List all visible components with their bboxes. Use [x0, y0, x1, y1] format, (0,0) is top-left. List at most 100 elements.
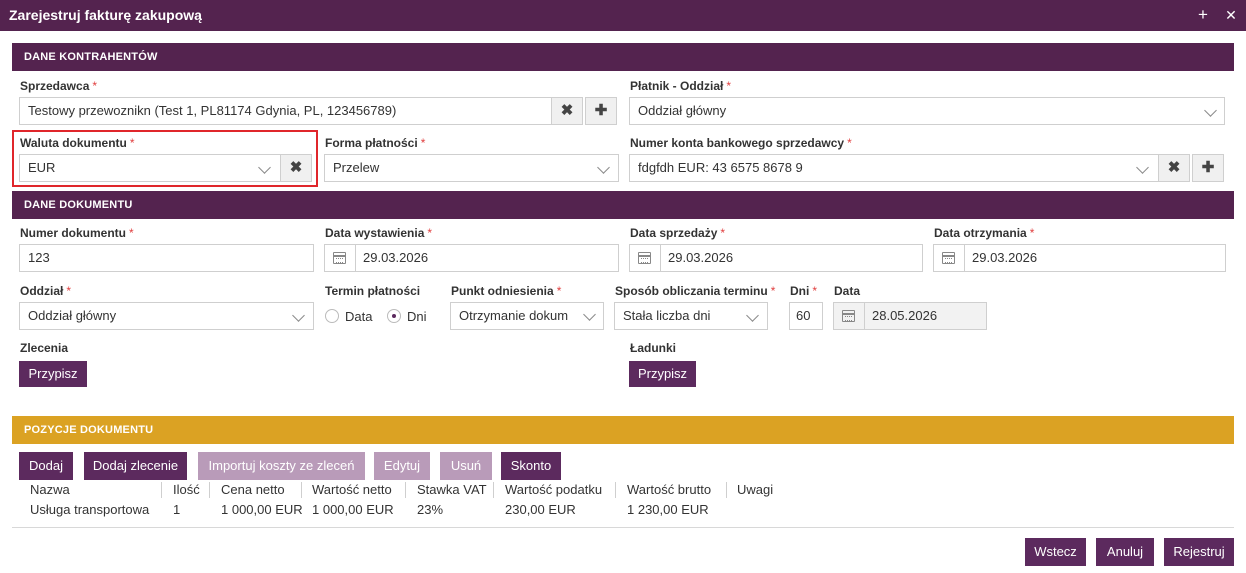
bank-account-clear-button[interactable]: ✖ [1158, 154, 1190, 182]
seller-add-button[interactable]: ✚ [585, 97, 617, 125]
bank-account-select[interactable]: fdgfdh EUR: 43 6575 8678 9 [629, 154, 1159, 182]
chevron-down-icon [292, 309, 305, 322]
issue-date-label: Data wystawienia * [325, 226, 433, 240]
divider [405, 482, 406, 498]
branch-select[interactable]: Oddział główny [19, 302, 314, 330]
due-date-field: 28.05.2026 [833, 302, 987, 330]
chevron-down-icon [597, 161, 610, 174]
divider [161, 482, 162, 498]
edit-item-button[interactable]: Edytuj [374, 452, 430, 480]
sale-date-value: 29.03.2026 [668, 250, 734, 265]
payer-value: Oddział główny [638, 103, 727, 118]
delete-item-button[interactable]: Usuń [440, 452, 492, 480]
days-input[interactable]: 60 [789, 302, 823, 330]
payment-form-label: Forma płatności * [325, 136, 426, 150]
items-table: Nazwa Ilość Cena netto Wartość netto Sta… [0, 482, 1246, 522]
radio-data-label: Data [345, 309, 373, 324]
divider [355, 245, 356, 271]
discount-button[interactable]: Skonto [501, 452, 561, 480]
section-header-dokument: DANE DOKUMENTU [12, 191, 1234, 219]
due-date-value: 28.05.2026 [872, 308, 938, 323]
table-cell: 1 230,00 EUR [627, 502, 709, 517]
assign-loads-button[interactable]: Przypisz [629, 361, 696, 387]
reference-point-select[interactable]: Otrzymanie dokum [450, 302, 604, 330]
table-cell: Usługa transportowa [30, 502, 150, 517]
chevron-down-icon [258, 161, 271, 174]
assign-orders-button[interactable]: Przypisz [19, 361, 87, 387]
back-button[interactable]: Wstecz [1025, 538, 1086, 566]
add-item-button[interactable]: Dodaj [19, 452, 73, 480]
payment-form-select[interactable]: Przelew [324, 154, 619, 182]
receipt-date-value: 29.03.2026 [972, 250, 1038, 265]
calendar-icon [333, 252, 346, 264]
column-header[interactable]: Wartość brutto [627, 482, 711, 497]
term-method-label: Sposób obliczania terminu * [615, 284, 776, 298]
divider [726, 482, 727, 498]
chevron-down-icon [1136, 161, 1149, 174]
loads-label: Ładunki [630, 341, 677, 355]
bank-account-add-button[interactable]: ✚ [1192, 154, 1224, 182]
currency-value: EUR [28, 160, 56, 175]
seller-label: Sprzedawca * [20, 79, 98, 93]
divider [493, 482, 494, 498]
payer-select[interactable]: Oddział główny [629, 97, 1225, 125]
currency-clear-button[interactable]: ✖ [280, 154, 312, 182]
table-cell: 230,00 EUR [505, 502, 576, 517]
sale-date-label: Data sprzedaży * [630, 226, 726, 240]
payment-form-value: Przelew [333, 160, 380, 175]
column-header[interactable]: Uwagi [737, 482, 773, 497]
radio-dni[interactable] [387, 309, 401, 323]
days-label: Dni * [790, 284, 818, 298]
footer-divider [12, 527, 1234, 528]
divider [660, 245, 661, 271]
chevron-down-icon [746, 309, 759, 322]
calendar-icon [942, 252, 955, 264]
radio-dni-label: Dni [407, 309, 427, 324]
column-header[interactable]: Ilość [173, 482, 200, 497]
register-button[interactable]: Rejestruj [1164, 538, 1234, 566]
section-header-kontrahenci: DANE KONTRAHENTÓW [12, 43, 1234, 71]
currency-select[interactable]: EUR [19, 154, 281, 182]
close-icon[interactable]: ✕ [1220, 4, 1242, 26]
term-method-select[interactable]: Stała liczba dni [614, 302, 768, 330]
divider [964, 245, 965, 271]
divider [615, 482, 616, 498]
seller-clear-button[interactable]: ✖ [551, 97, 583, 125]
receipt-date-label: Data otrzymania * [934, 226, 1035, 240]
doc-number-input[interactable]: 123 [19, 244, 314, 272]
window-titlebar: Zarejestruj fakturę zakupową + ✕ [0, 0, 1246, 31]
radio-data[interactable] [325, 309, 339, 323]
column-header[interactable]: Wartość netto [312, 482, 392, 497]
window-title: Zarejestruj fakturę zakupową [9, 7, 202, 23]
due-date-label: Data [834, 284, 861, 298]
table-cell: 1 000,00 EUR [312, 502, 394, 517]
column-header[interactable]: Nazwa [30, 482, 70, 497]
column-header[interactable]: Stawka VAT [417, 482, 487, 497]
table-cell: 23% [417, 502, 444, 517]
table-row[interactable]: Usługa transportowa 1 1 000,00 EUR 1 000… [0, 502, 1246, 520]
bank-account-value: fdgfdh EUR: 43 6575 8678 9 [638, 160, 803, 175]
divider [209, 482, 210, 498]
receipt-date-input[interactable]: 29.03.2026 [933, 244, 1226, 272]
divider [864, 303, 865, 329]
section-header-pozycje: POZYCJE DOKUMENTU [12, 416, 1234, 444]
maximize-icon[interactable]: + [1192, 4, 1214, 26]
chevron-down-icon [1204, 104, 1217, 117]
column-header[interactable]: Wartość podatku [505, 482, 602, 497]
reference-point-label: Punkt odniesienia * [451, 284, 562, 298]
calendar-icon [638, 252, 651, 264]
orders-label: Zlecenia [20, 341, 69, 355]
column-header[interactable]: Cena netto [221, 482, 285, 497]
currency-label: Waluta dokumentu * [20, 136, 135, 150]
add-order-button[interactable]: Dodaj zlecenie [84, 452, 187, 480]
seller-field[interactable]: Testowy przewoznikn (Test 1, PL81174 Gdy… [19, 97, 552, 125]
reference-point-value: Otrzymanie dokum [459, 308, 569, 323]
import-costs-button[interactable]: Importuj koszty ze zleceń [198, 452, 365, 480]
cancel-button[interactable]: Anuluj [1096, 538, 1154, 566]
term-method-value: Stała liczba dni [623, 308, 711, 323]
sale-date-input[interactable]: 29.03.2026 [629, 244, 923, 272]
table-cell: 1 [173, 502, 181, 517]
issue-date-input[interactable]: 29.03.2026 [324, 244, 619, 272]
calendar-icon [842, 310, 855, 322]
divider [301, 482, 302, 498]
